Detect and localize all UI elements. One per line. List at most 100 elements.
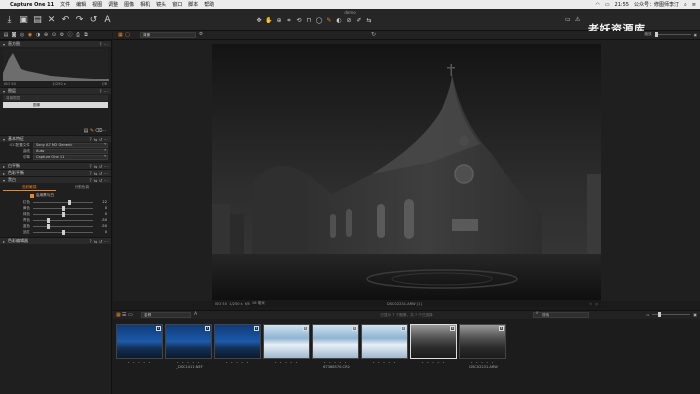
bw-slider-knob[interactable] — [61, 205, 65, 211]
capture-tab-icon[interactable]: ◙ — [11, 32, 17, 38]
local-tab-icon[interactable]: ⊙ — [51, 32, 57, 38]
bw-slider-track[interactable] — [33, 229, 93, 235]
bw-slider-knob[interactable] — [47, 217, 51, 223]
proof-icon[interactable]: ▭ — [565, 16, 573, 24]
brush-tool-icon[interactable]: ✎ — [325, 17, 333, 25]
annotate-tool-icon[interactable]: ✐ — [355, 17, 363, 25]
icc-select[interactable]: Sony A7 M2 Generic — [33, 142, 108, 148]
rotate-tool-icon[interactable]: ⟲ — [295, 17, 303, 25]
menu-adjust[interactable]: 调整 — [108, 1, 118, 8]
bw-slider-track[interactable] — [33, 217, 93, 223]
single-view-icon[interactable]: ▢ — [125, 32, 131, 38]
rating-icon[interactable]: ☆ — [589, 302, 592, 306]
large-thumb-icon[interactable]: ▣ — [693, 312, 697, 317]
bw-slider-track[interactable] — [33, 205, 93, 211]
filmstrip-thumbnail[interactable]: 1 — [165, 324, 212, 359]
filmstrip-thumbnail[interactable]: 1 — [214, 324, 261, 359]
white-balance-header[interactable]: ▸ 白平衡 ? ⇆ ↺ ⋯ — [0, 162, 111, 169]
filmstrip-thumbnail[interactable]: 1 — [459, 324, 506, 359]
zoom-tool-icon[interactable]: ⊕ — [275, 17, 283, 25]
clock[interactable]: 21:55 — [615, 2, 629, 8]
delete-icon[interactable]: ✕ — [46, 15, 57, 26]
menu-edit[interactable]: 编辑 — [76, 1, 86, 8]
zoom-slider[interactable] — [654, 32, 691, 37]
more-icon[interactable]: ⋯ — [103, 239, 108, 244]
output-tab-icon[interactable]: ⎙ — [75, 32, 81, 38]
picker-tool-icon[interactable]: ⊘ — [345, 17, 353, 25]
layer-selected[interactable]: 图像 — [3, 102, 108, 108]
crop-tool-icon[interactable]: ⌗ — [285, 17, 293, 25]
metadata-tab-icon[interactable]: ⓘ — [67, 32, 73, 38]
curve-select[interactable]: Auto — [33, 148, 108, 154]
search-input[interactable]: 搜索 — [533, 312, 589, 318]
more-icon[interactable]: ⋯ — [103, 89, 108, 94]
color-tab-icon[interactable]: ◉ — [27, 32, 33, 38]
menu-file[interactable]: 文件 — [60, 1, 70, 8]
more-icon[interactable]: ⋯ — [103, 178, 108, 183]
menu-help[interactable]: 帮助 — [204, 1, 214, 8]
menu-window[interactable]: 窗口 — [172, 1, 182, 8]
bw-slider-value[interactable]: 22 — [93, 200, 107, 204]
histogram-header[interactable]: ▾ 直方图 ? ⋯ — [0, 40, 111, 47]
color-editor-header[interactable]: ▸ 色彩编辑器 ? ⇆ ↺ ⋯ — [0, 237, 111, 244]
filmstrip-thumbnail[interactable]: 1 — [312, 324, 359, 359]
bw-slider-value[interactable]: -50 — [93, 218, 107, 222]
filmstrip-thumbnail[interactable]: 1 — [263, 324, 310, 359]
bw-slider-value[interactable]: 0 — [93, 230, 107, 234]
app-menu[interactable]: Capture One 11 — [10, 2, 54, 8]
copy-tool-icon[interactable]: ⇆ — [365, 17, 373, 25]
bw-slider-value[interactable]: 0 — [93, 206, 107, 210]
layer-background[interactable]: 背景图层 — [3, 95, 108, 101]
exposure-tab-icon[interactable]: ◑ — [35, 32, 41, 38]
batch-tab-icon[interactable]: ⧉ — [83, 32, 89, 38]
menu-camera[interactable]: 相机 — [140, 1, 150, 8]
tab-color-sensitivity[interactable]: 色彩敏感 — [3, 184, 56, 191]
search-icon[interactable]: ⌕ — [684, 2, 687, 8]
menu-view[interactable]: 视图 — [92, 1, 102, 8]
detail-tab-icon[interactable]: ⊕ — [43, 32, 49, 38]
preset-select[interactable]: 背景 — [140, 32, 196, 38]
user-name[interactable]: 公众号：修图师李汀 — [634, 1, 679, 8]
bw-slider-value[interactable]: 0 — [93, 212, 107, 216]
battery-icon[interactable]: ▭ — [605, 2, 610, 8]
bw-slider-track[interactable] — [33, 211, 93, 217]
thumbnail-size-slider[interactable] — [652, 312, 691, 317]
color-tag-icon[interactable]: ◇ — [595, 302, 598, 306]
filmstrip-thumbnail[interactable]: 1 — [116, 324, 163, 359]
menu-scripts[interactable]: 脚本 — [188, 1, 198, 8]
enable-bw-row[interactable]: 启用黑与白 — [0, 192, 111, 199]
color-balance-header[interactable]: ▸ 色彩平衡 ? ⇆ ↺ ⋯ — [0, 169, 111, 176]
bw-slider-track[interactable] — [33, 223, 93, 229]
more-icon[interactable]: ⋯ — [103, 42, 108, 47]
bw-header[interactable]: ▾ 黑白 ? ⇆ ↺ ⋯ — [0, 176, 111, 183]
keystone-tool-icon[interactable]: ⊓ — [305, 17, 313, 25]
library-tab-icon[interactable]: ▤ — [3, 32, 9, 38]
adjust-tab-icon[interactable]: ⚙ — [59, 32, 65, 38]
fit-icon[interactable]: ▣ — [694, 33, 697, 37]
bw-slider-knob[interactable] — [67, 199, 71, 205]
bw-slider-track[interactable] — [33, 199, 93, 205]
basic-header[interactable]: ▾ 基本特征 ? ⇆ ↺ ⋯ — [0, 135, 111, 142]
small-thumb-icon[interactable]: ▫ — [647, 312, 650, 317]
filmstrip-thumbnail[interactable]: 1 — [361, 324, 408, 359]
layers-header[interactable]: ▾ 图层 ? ⋯ — [0, 87, 111, 94]
zoom-knob[interactable] — [654, 32, 658, 37]
hand-tool-icon[interactable]: ✋ — [265, 17, 273, 25]
move-tool-icon[interactable]: ✥ — [255, 17, 263, 25]
folder-icon[interactable]: ▤ — [32, 15, 43, 26]
wifi-icon[interactable]: ◠ — [595, 2, 599, 8]
export-icon[interactable]: ▣ — [18, 15, 29, 26]
engine-select[interactable]: Capture One 11 — [33, 154, 108, 160]
lens-tab-icon[interactable]: ◎ — [19, 32, 25, 38]
enable-bw-checkbox[interactable] — [30, 193, 34, 198]
undo-icon[interactable]: ↶ — [60, 15, 71, 26]
import-icon[interactable]: ⤓ — [4, 15, 15, 26]
thumbnail-size-knob[interactable] — [658, 312, 662, 317]
redo-icon[interactable]: ↷ — [74, 15, 85, 26]
list-icon[interactable]: ≡ — [692, 2, 696, 8]
bw-slider-knob[interactable] — [61, 211, 65, 217]
bw-slider-knob[interactable] — [61, 229, 65, 235]
menu-image[interactable]: 图像 — [124, 1, 134, 8]
reset-icon[interactable]: ↺ — [88, 15, 99, 26]
bw-slider-knob[interactable] — [47, 223, 51, 229]
